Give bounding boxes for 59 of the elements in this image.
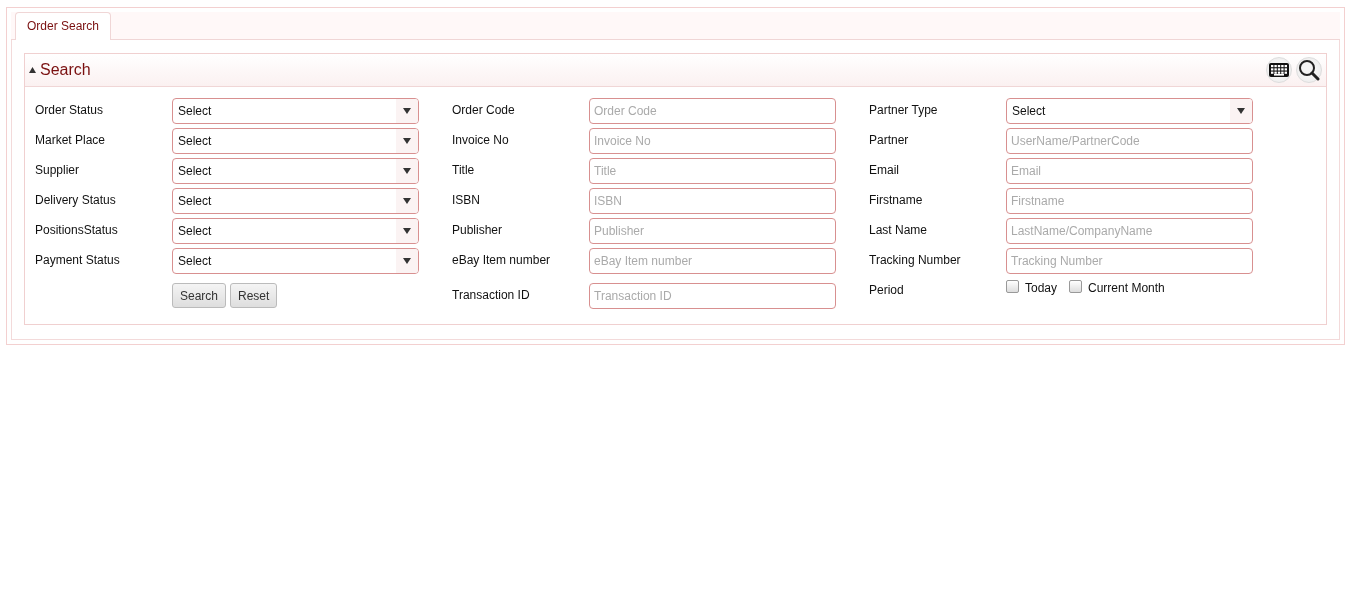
- select-dropdown[interactable]: Select: [172, 248, 419, 274]
- field-label: eBay Item number: [452, 252, 552, 267]
- select-dropdown[interactable]: Select: [1006, 98, 1253, 124]
- keyboard-icon: [1269, 63, 1289, 77]
- field-label: Payment Status: [35, 252, 121, 267]
- field-label: Firstname: [869, 192, 924, 207]
- action-button[interactable]: Search: [172, 283, 227, 308]
- input-field[interactable]: ISBN: [589, 188, 836, 214]
- input-field[interactable]: Invoice No: [589, 128, 836, 154]
- field-label: Partner Type: [869, 102, 939, 117]
- field-label: Order Status: [35, 102, 105, 117]
- checkbox-option[interactable]: Today: [1006, 281, 1058, 295]
- field-label: Last Name: [869, 222, 929, 237]
- select-dropdown[interactable]: Select: [172, 98, 419, 124]
- keyboard-button[interactable]: [1266, 57, 1292, 83]
- caret-icon: [29, 67, 36, 73]
- dropdown-arrow-icon: [403, 168, 411, 174]
- field-label: Publisher: [452, 222, 504, 237]
- input-field[interactable]: UserName/PartnerCode: [1006, 128, 1253, 154]
- search-icon: [1298, 59, 1320, 81]
- input-field[interactable]: Transaction ID: [589, 283, 836, 309]
- field-label: ISBN: [452, 192, 481, 207]
- field-label: Tracking Number: [869, 252, 962, 267]
- tab[interactable]: Order Search: [15, 12, 112, 40]
- select-dropdown[interactable]: Select: [172, 158, 419, 184]
- checkbox[interactable]: [1006, 279, 1019, 293]
- panel-toggle[interactable]: Search: [29, 61, 91, 79]
- field-label: Period: [869, 282, 905, 297]
- input-field[interactable]: Email: [1006, 158, 1253, 184]
- dropdown-arrow-icon: [403, 258, 411, 264]
- select-dropdown[interactable]: Select: [172, 128, 419, 154]
- field-label: Market Place: [35, 132, 107, 147]
- input-field[interactable]: Publisher: [589, 218, 836, 244]
- dropdown-arrow-icon: [403, 228, 411, 234]
- field-label: Transaction ID: [452, 287, 531, 302]
- action-button[interactable]: Reset: [230, 283, 278, 308]
- select-dropdown[interactable]: Select: [172, 188, 419, 214]
- input-field[interactable]: Firstname: [1006, 188, 1253, 214]
- input-field[interactable]: eBay Item number: [589, 248, 836, 274]
- dropdown-arrow-icon: [1237, 108, 1245, 114]
- search-button[interactable]: [1296, 57, 1322, 83]
- input-field[interactable]: LastName/CompanyName: [1006, 218, 1253, 244]
- input-field[interactable]: Tracking Number: [1006, 248, 1253, 274]
- checkbox[interactable]: [1069, 279, 1083, 293]
- field-label: Invoice No: [452, 132, 510, 147]
- field-label: Supplier: [35, 162, 81, 177]
- field-label: Title: [452, 162, 476, 177]
- field-label: Partner: [869, 132, 910, 147]
- input-field[interactable]: Order Code: [589, 98, 836, 124]
- field-label: PositionsStatus: [35, 222, 119, 237]
- dropdown-arrow-icon: [403, 198, 411, 204]
- checkbox-option[interactable]: Current Month: [1069, 281, 1165, 295]
- select-dropdown[interactable]: Select: [172, 218, 419, 244]
- field-label: Order Code: [452, 102, 516, 117]
- dropdown-arrow-icon: [403, 108, 411, 114]
- field-label: Email: [869, 162, 900, 177]
- field-label: Delivery Status: [35, 192, 117, 207]
- input-field[interactable]: Title: [589, 158, 836, 184]
- dropdown-arrow-icon: [403, 138, 411, 144]
